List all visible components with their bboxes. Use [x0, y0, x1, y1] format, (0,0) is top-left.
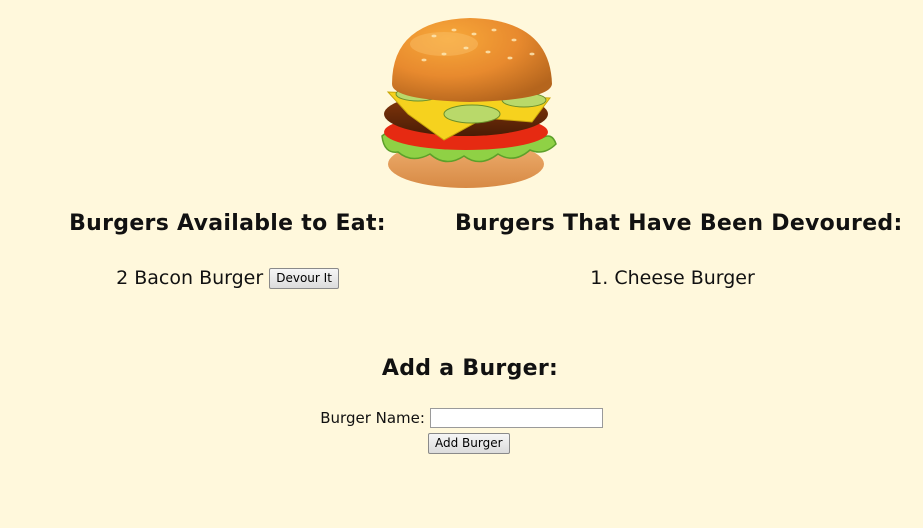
burger-name-input[interactable]	[429, 408, 603, 428]
burger-icon	[381, 18, 557, 188]
add-burger-button[interactable]: Add Burger	[428, 433, 510, 454]
add-burger-form: Burger Name:	[0, 408, 923, 428]
burger-logo	[374, 14, 564, 192]
devoured-item-name: Cheese Burger	[614, 267, 755, 289]
devoured-heading: Burgers That Have Been Devoured:	[455, 211, 903, 236]
available-item-id: 2	[116, 267, 129, 289]
add-burger-heading: Add a Burger:	[381, 356, 559, 381]
list-item: 1. Cheese Burger	[455, 266, 890, 290]
available-item-name: Bacon Burger	[134, 267, 264, 289]
available-heading: Burgers Available to Eat:	[69, 211, 386, 236]
burger-name-label: Burger Name:	[320, 409, 425, 427]
devour-button[interactable]: Devour It	[269, 268, 339, 289]
list-item: 2 Bacon Burger Devour It	[40, 266, 415, 290]
devoured-item-id: 1.	[590, 267, 609, 289]
